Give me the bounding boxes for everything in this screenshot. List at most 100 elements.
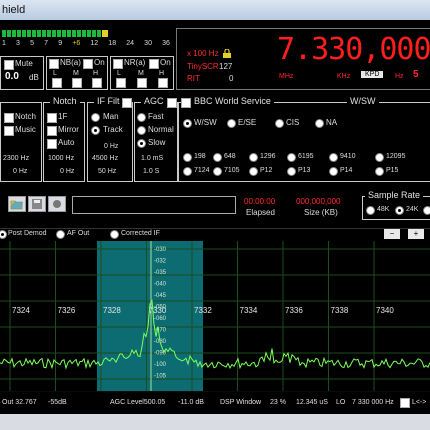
corrected-if-radio[interactable] (110, 230, 119, 239)
frequency-value[interactable]: 7.330,000 (277, 32, 430, 67)
nr-on-label: On (160, 58, 171, 67)
open-folder-icon[interactable] (8, 196, 26, 212)
auto-item: Auto (58, 138, 75, 147)
meter-scale: 1 3 5 7 9 +6 12 18 24 30 36 (2, 40, 170, 50)
freq-label: 648 (224, 153, 236, 160)
nb-m-checkbox[interactable] (72, 78, 82, 88)
freq-radio[interactable] (287, 167, 296, 176)
rate-96k-radio[interactable] (423, 206, 430, 215)
freq-radio[interactable] (329, 167, 338, 176)
status-bar: Out 32.767 -55dB AGC Level500.05 -11.0 d… (0, 392, 430, 414)
nb-h-checkbox[interactable] (92, 78, 102, 88)
zoom-in-button[interactable]: + (408, 229, 424, 239)
nr-box: NR(a) On L M H (110, 56, 174, 90)
man-label: Man (103, 112, 119, 121)
freq-radio[interactable] (249, 153, 258, 162)
region-radio-ese[interactable] (227, 119, 236, 128)
zoom-out-button[interactable]: − (384, 229, 400, 239)
meter-tick: 3 (16, 40, 20, 47)
nr-checkbox[interactable] (113, 59, 123, 69)
mirror-checkbox[interactable] (47, 126, 57, 136)
status-out: Out 32.767 (2, 399, 37, 406)
if-filter-checkbox[interactable] (122, 98, 132, 108)
freq-label: P15 (386, 167, 399, 174)
if-filter-hz3: 50 Hz (98, 168, 117, 175)
auto-checkbox[interactable] (47, 139, 57, 149)
db-tick-label: -035 (154, 270, 167, 276)
freq-radio[interactable] (213, 153, 222, 162)
status-agc-db: -11.0 dB (178, 399, 204, 406)
rate-48k-radio[interactable] (366, 206, 375, 215)
track-radio[interactable] (91, 126, 100, 135)
nb-checkbox[interactable] (49, 59, 59, 69)
passband-region (97, 241, 203, 391)
hz-label: Hz (395, 73, 404, 80)
if-filter-hz2: 4500 Hz (92, 155, 119, 162)
sample-rate-box: Sample Rate 48K 24K (362, 190, 430, 220)
x-tick-label: 7336 (285, 306, 303, 315)
nr-h-checkbox[interactable] (158, 78, 168, 88)
corrected-if-label: Corrected IF (121, 230, 160, 237)
freq-radio[interactable] (183, 153, 192, 162)
spectrum-display[interactable]: 7324 7326 7328 7330 7332 7334 7336 7338 7340 -030… (0, 241, 430, 391)
elapsed-value: 00:00:00 (244, 197, 276, 206)
freq-radio[interactable] (249, 167, 258, 176)
rate-24k-radio[interactable] (395, 206, 404, 215)
lr-checkbox[interactable] (400, 398, 410, 408)
slow-radio[interactable] (137, 139, 146, 148)
nb-l-checkbox[interactable] (52, 78, 62, 88)
freq-radio[interactable] (375, 153, 384, 162)
if-checkbox[interactable] (47, 113, 57, 123)
khz-label: KHz (337, 73, 351, 80)
af-out-radio[interactable] (56, 230, 65, 239)
freq-label: 9410 (340, 153, 356, 160)
bbc-title: BBC World Service (191, 96, 274, 106)
post-demod-radio[interactable] (0, 230, 7, 239)
size-label: Size (KB) (304, 208, 338, 217)
freq-radio[interactable] (183, 167, 192, 176)
notch-checkbox[interactable] (4, 113, 14, 123)
fast-radio[interactable] (137, 113, 146, 122)
rate-48k-label: 48K (377, 206, 390, 213)
db-tick-label: -050 (154, 305, 167, 311)
freq-radio[interactable] (287, 153, 296, 162)
elapsed-label: Elapsed (246, 208, 275, 217)
freq-label: P14 (340, 167, 353, 174)
if-filter-box: IF Filt Man Track 0 Hz 4500 Hz 50 Hz (87, 96, 133, 182)
bbc-checkbox[interactable] (181, 98, 191, 108)
nb-on-checkbox[interactable] (83, 59, 93, 69)
x-tick-label: 7340 (376, 306, 394, 315)
normal-radio[interactable] (137, 126, 146, 135)
nb-on-label: On (94, 58, 105, 67)
save-icon[interactable] (28, 196, 46, 212)
record-filename-field[interactable] (72, 196, 236, 214)
nr-m-checkbox[interactable] (137, 78, 147, 88)
freq-radio[interactable] (329, 153, 338, 162)
bbc-world-service-box: BBC World Service W/SW W/SW E/SE CIS NA … (178, 96, 430, 182)
fast-label: Fast (148, 112, 164, 121)
region-radio-na[interactable] (315, 119, 324, 128)
status-db: -55dB (48, 399, 67, 406)
nr-h-label: H (159, 70, 165, 77)
freq-radio[interactable] (213, 167, 222, 176)
region-radio-cis[interactable] (275, 119, 284, 128)
man-radio[interactable] (91, 113, 100, 122)
sample-rate-title: Sample Rate (365, 190, 424, 200)
nr-on-checkbox[interactable] (149, 59, 159, 69)
nr-l-checkbox[interactable] (116, 78, 126, 88)
mirror-item: Mirror (58, 125, 79, 134)
agc-ms: 1.0 mS (141, 155, 164, 162)
mute-checkbox[interactable] (4, 60, 14, 70)
music-checkbox[interactable] (4, 126, 14, 136)
kpd-button[interactable]: KPD (361, 71, 384, 78)
lock-icon[interactable] (223, 45, 231, 58)
record-icon[interactable] (48, 196, 66, 212)
freq-label: 7124 (194, 167, 210, 174)
step-label: x 100 Hz (187, 49, 219, 58)
freq-radio[interactable] (375, 167, 384, 176)
agc-checkbox[interactable] (167, 98, 177, 108)
nr-l-label: L (117, 70, 121, 77)
notch-box: Notch Music 2300 Hz 0 Hz (0, 102, 42, 182)
region-radio-wsw[interactable] (183, 119, 192, 128)
meter-bar (2, 30, 102, 37)
